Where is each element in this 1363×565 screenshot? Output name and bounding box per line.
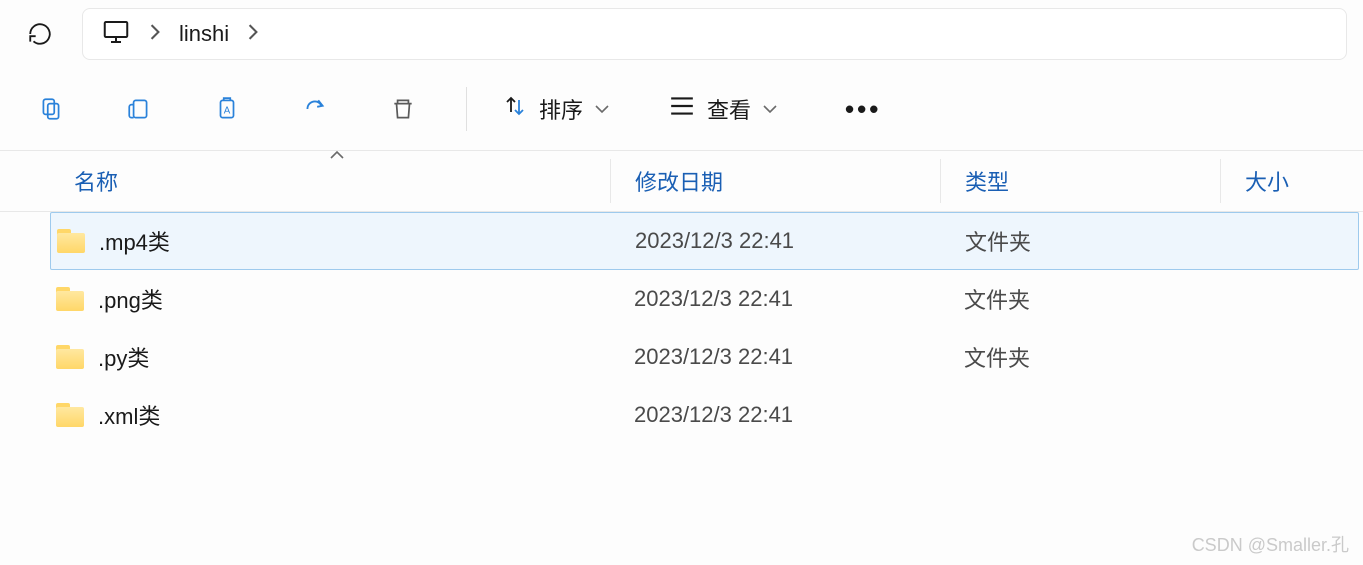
column-header-size[interactable]: 大小 — [1220, 159, 1363, 203]
view-label: 查看 — [707, 93, 751, 125]
sort-button[interactable]: 排序 — [493, 84, 619, 134]
copy-icon — [126, 96, 152, 122]
folder-icon — [56, 345, 84, 369]
file-date-cell: 2023/12/3 22:41 — [610, 286, 940, 312]
file-date-cell: 2023/12/3 22:41 — [611, 228, 941, 254]
column-header-type[interactable]: 类型 — [940, 159, 1220, 203]
column-header-name-label: 名称 — [74, 170, 118, 195]
file-date-cell: 2023/12/3 22:41 — [610, 344, 940, 370]
svg-text:A: A — [224, 105, 231, 116]
file-name-label: .png类 — [98, 283, 163, 315]
toolbar: A 排序 查看 ••• — [0, 68, 1363, 150]
file-name-label: .xml类 — [98, 399, 160, 431]
file-type-cell: 文件夹 — [941, 225, 1221, 257]
cut-button[interactable] — [20, 84, 82, 134]
table-row[interactable]: .py类 2023/12/3 22:41 文件夹 — [50, 328, 1363, 386]
column-header-name[interactable]: 名称 — [50, 165, 610, 197]
breadcrumb-item-linshi[interactable]: linshi — [179, 21, 229, 47]
share-button[interactable] — [284, 84, 346, 134]
delete-button[interactable] — [372, 84, 434, 134]
address-bar: linshi — [0, 0, 1363, 68]
cut-icon — [38, 96, 64, 122]
folder-icon — [56, 287, 84, 311]
view-button[interactable]: 查看 — [659, 84, 787, 134]
sort-icon — [503, 94, 527, 124]
table-row[interactable]: .mp4类 2023/12/3 22:41 文件夹 — [50, 212, 1359, 270]
sort-label: 排序 — [539, 93, 583, 125]
breadcrumb[interactable]: linshi — [82, 8, 1347, 60]
share-icon — [302, 96, 328, 122]
column-header-date[interactable]: 修改日期 — [610, 159, 940, 203]
file-type-cell: 文件夹 — [940, 341, 1220, 373]
paste-button[interactable]: A — [196, 84, 258, 134]
file-name-label: .mp4类 — [99, 225, 170, 257]
refresh-button[interactable] — [16, 10, 64, 58]
table-row[interactable]: .xml类 2023/12/3 22:41 — [50, 386, 1363, 444]
trash-icon — [390, 96, 416, 122]
folder-icon — [56, 403, 84, 427]
more-button[interactable]: ••• — [827, 84, 899, 134]
paste-icon: A — [214, 96, 240, 122]
file-name-cell: .py类 — [50, 341, 610, 373]
chevron-down-icon — [595, 101, 609, 118]
file-name-label: .py类 — [98, 341, 149, 373]
file-name-cell: .mp4类 — [51, 225, 611, 257]
copy-button[interactable] — [108, 84, 170, 134]
computer-icon[interactable] — [101, 17, 131, 52]
file-date-cell: 2023/12/3 22:41 — [610, 402, 940, 428]
sort-indicator-icon — [330, 147, 344, 163]
watermark: CSDN @Smaller.孔 — [1192, 531, 1349, 557]
chevron-down-icon — [763, 101, 777, 118]
folder-icon — [57, 229, 85, 253]
chevron-right-icon[interactable] — [247, 24, 259, 45]
file-list: .mp4类 2023/12/3 22:41 文件夹 .png类 2023/12/… — [0, 212, 1363, 444]
toolbar-divider — [466, 87, 467, 131]
column-header-row: 名称 修改日期 类型 大小 — [0, 151, 1363, 211]
file-name-cell: .xml类 — [50, 399, 610, 431]
view-icon — [669, 95, 695, 123]
file-name-cell: .png类 — [50, 283, 610, 315]
chevron-right-icon[interactable] — [149, 24, 161, 45]
more-icon: ••• — [845, 94, 881, 125]
refresh-icon — [27, 21, 53, 47]
table-row[interactable]: .png类 2023/12/3 22:41 文件夹 — [50, 270, 1363, 328]
file-type-cell: 文件夹 — [940, 283, 1220, 315]
